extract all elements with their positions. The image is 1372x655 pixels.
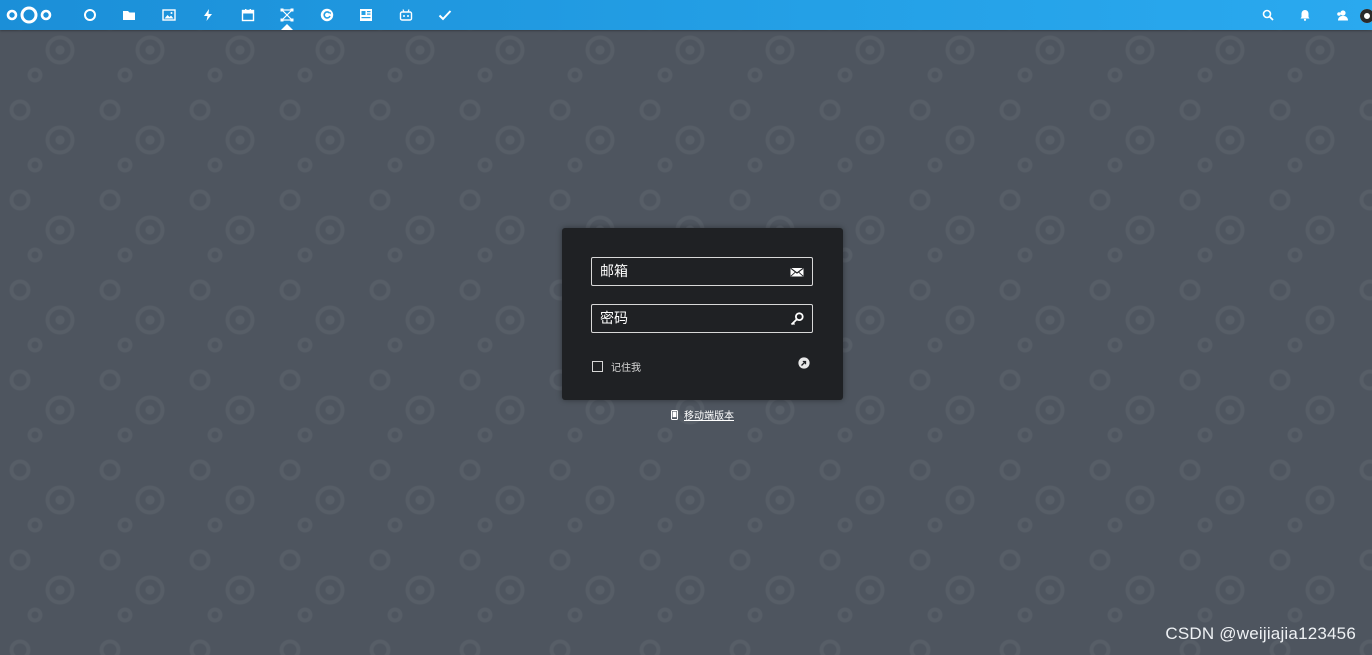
bell-icon (1300, 10, 1309, 21)
folder-icon (123, 11, 136, 20)
arrow-circle-icon[interactable] (798, 357, 810, 369)
refresh-icon (320, 8, 333, 22)
nextcloud-logo-icon[interactable] (6, 5, 52, 25)
contacts-icon (1336, 10, 1348, 21)
app-photos[interactable] (149, 0, 189, 30)
mobile-version-label: 移动端版本 (684, 411, 734, 422)
lightning-icon (204, 9, 213, 21)
calendar-icon (241, 9, 254, 22)
password-field-wrapper (591, 304, 813, 333)
envelope-icon (790, 267, 804, 277)
image-icon (162, 9, 176, 21)
network-icon (280, 8, 294, 22)
mobile-version-link[interactable]: 移动端版本 (671, 407, 734, 422)
avatar[interactable] (1360, 5, 1372, 25)
app-menu (70, 0, 465, 30)
notifications-button[interactable] (1286, 0, 1323, 30)
app-refresh[interactable] (307, 0, 347, 30)
check-icon (439, 10, 452, 21)
app-dashboard[interactable] (70, 0, 110, 30)
login-form: 记住我 (562, 228, 843, 400)
password-field[interactable] (592, 305, 790, 332)
search-icon (1262, 9, 1274, 21)
app-network[interactable] (268, 0, 308, 30)
search-button[interactable] (1249, 0, 1286, 30)
app-files[interactable] (110, 0, 150, 30)
top-bar (0, 0, 1372, 30)
email-field[interactable] (592, 258, 790, 285)
robot-icon (399, 9, 412, 21)
header-right (1249, 0, 1372, 30)
phone-icon (671, 409, 678, 420)
circle-icon (83, 9, 96, 21)
key-icon (790, 312, 804, 326)
remember-me[interactable]: 记住我 (592, 359, 641, 374)
app-notes[interactable] (347, 0, 387, 30)
contacts-button[interactable] (1323, 0, 1360, 30)
email-field-wrapper (591, 257, 813, 286)
app-activity[interactable] (189, 0, 229, 30)
remember-me-checkbox[interactable] (592, 361, 603, 372)
watermark: CSDN @weijiajia123456 (1165, 624, 1356, 643)
remember-me-label: 记住我 (611, 363, 641, 374)
document-icon (360, 9, 373, 21)
app-robot[interactable] (386, 0, 426, 30)
app-calendar[interactable] (228, 0, 268, 30)
app-tasks[interactable] (426, 0, 466, 30)
